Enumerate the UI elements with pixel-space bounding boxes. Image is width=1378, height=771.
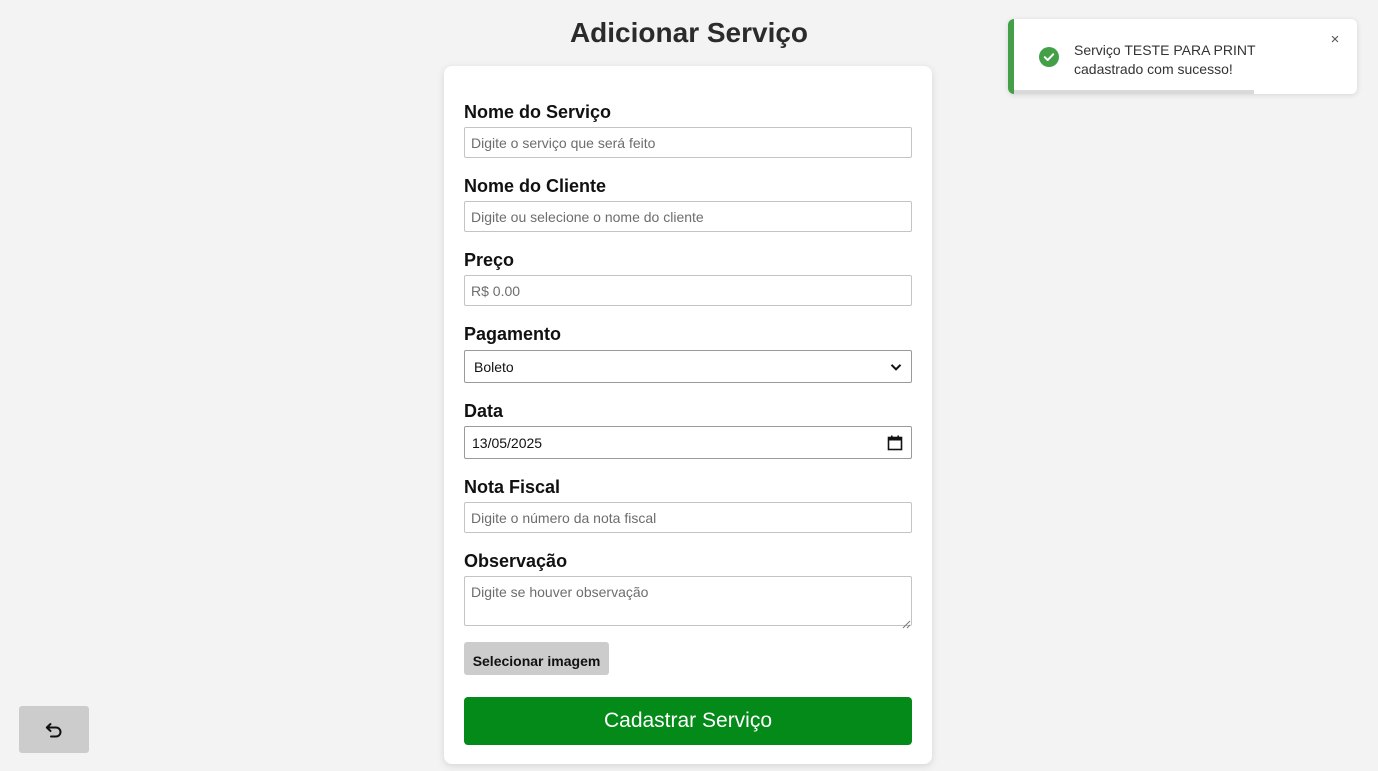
- toast-progress-fill: [1014, 90, 1255, 94]
- back-button[interactable]: [19, 706, 89, 753]
- service-name-label: Nome do Serviço: [464, 102, 612, 122]
- select-image-button[interactable]: Selecionar imagem: [464, 642, 609, 675]
- resize-handle-icon[interactable]: [902, 616, 911, 629]
- invoice-label: Nota Fiscal: [464, 477, 561, 497]
- service-name-input[interactable]: [464, 127, 912, 158]
- invoice-input[interactable]: [464, 502, 912, 533]
- calendar-icon[interactable]: [887, 435, 903, 451]
- submit-service-button[interactable]: Cadastrar Serviço: [464, 697, 912, 745]
- service-form: Nome do Serviço Nome do Cliente Preço Pa…: [444, 66, 932, 764]
- close-icon[interactable]: ×: [1327, 32, 1343, 48]
- toast-progress-bar: [1014, 90, 1357, 94]
- payment-label: Pagamento: [464, 324, 562, 344]
- price-label: Preço: [464, 250, 515, 270]
- payment-select-value: Boleto: [474, 358, 514, 375]
- payment-select[interactable]: Boleto: [464, 350, 912, 383]
- page: Adicionar Serviço Nome do Serviço Nome d…: [0, 0, 1378, 771]
- price-input[interactable]: [464, 275, 912, 306]
- toast-message: Serviço TESTE PARA PRINT cadastrado com …: [1074, 42, 1256, 77]
- check-circle-icon: [1039, 47, 1059, 67]
- observation-label: Observação: [464, 551, 568, 571]
- undo-arrow-icon: [45, 722, 63, 738]
- client-name-label: Nome do Cliente: [464, 176, 607, 196]
- date-value: 13/05/2025: [472, 434, 543, 451]
- success-toast: Serviço TESTE PARA PRINT cadastrado com …: [1008, 19, 1357, 94]
- chevron-down-icon: [890, 361, 902, 373]
- date-label: Data: [464, 401, 504, 421]
- date-input[interactable]: 13/05/2025: [464, 426, 912, 459]
- toast-accent-bar: [1008, 19, 1014, 94]
- client-name-input[interactable]: [464, 201, 912, 232]
- observation-textarea[interactable]: [464, 576, 912, 626]
